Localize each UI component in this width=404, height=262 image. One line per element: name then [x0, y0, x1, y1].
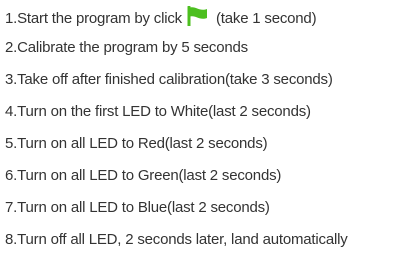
step-6: 6.Turn on all LED to Green(last 2 second…	[5, 167, 282, 184]
step-3: 3.Take off after finished calibration(ta…	[5, 71, 333, 88]
instruction-steps-list: 1.Start the program by click (take 1 sec…	[5, 6, 403, 262]
step-2: 2.Calibrate the program by 5 seconds	[5, 39, 248, 56]
step-1-duration: (take 1 second)	[215, 10, 317, 27]
step-1: 1.Start the program by click (take 1 sec…	[5, 6, 403, 38]
step-4: 4.Turn on the first LED to White(last 2 …	[5, 103, 311, 120]
step-7: 7.Turn on all LED to Blue(last 2 seconds…	[5, 199, 270, 216]
green-flag-icon	[186, 6, 212, 26]
step-1-text: 1.Start the program by click	[5, 10, 182, 27]
step-5: 5.Turn on all LED to Red(last 2 seconds)	[5, 135, 268, 152]
step-8: 8.Turn off all LED, 2 seconds later, lan…	[5, 231, 348, 248]
